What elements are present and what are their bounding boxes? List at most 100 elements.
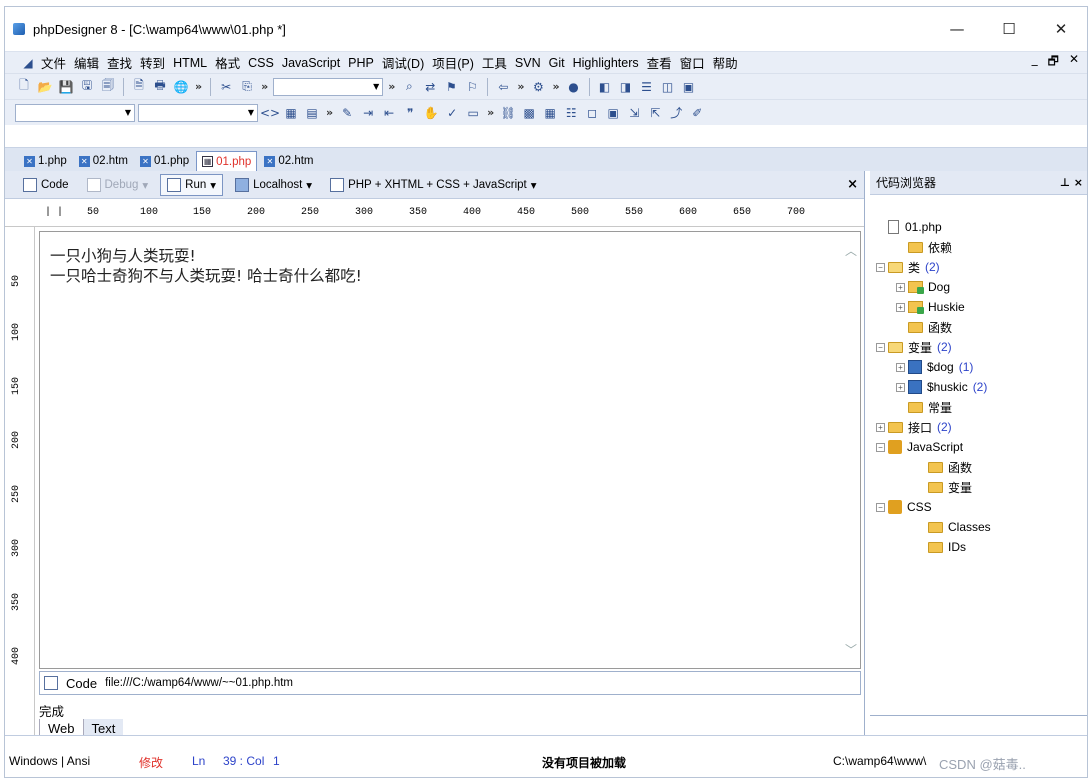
code-browser-scrollbar[interactable] <box>870 715 1087 737</box>
plugin-icon[interactable]: ⚙ <box>529 78 547 96</box>
form-icon[interactable]: ▭ <box>464 104 482 122</box>
tree-node[interactable]: + Dog <box>876 277 991 297</box>
tree-node[interactable]: 常量 <box>876 397 991 417</box>
tree-node[interactable]: 01.php <box>876 217 991 237</box>
split-vertical-icon[interactable]: ◫ <box>659 78 677 96</box>
hand-icon[interactable]: ✋ <box>422 104 440 122</box>
menu-goto[interactable]: 转到 <box>136 53 169 72</box>
save-all-icon[interactable]: 🗐 <box>99 78 117 96</box>
tree-node[interactable]: IDs <box>876 537 991 557</box>
spell-icon[interactable]: ✓ <box>443 104 461 122</box>
tab-01-php-active[interactable]: ▦ 01.php <box>196 151 258 171</box>
menu-highlighters[interactable]: Highlighters <box>569 56 643 70</box>
web-preview-content[interactable]: 一只小狗与人类玩耍! 一只哈士奇狗不与人类玩耍! 哈士奇什么都吃! ︿ ﹀ <box>39 231 861 669</box>
tab-01-php[interactable]: ✕ 01.php <box>135 151 194 171</box>
toolbar-overflow-icon[interactable]: » <box>261 80 268 93</box>
window-icon[interactable]: ▣ <box>680 78 698 96</box>
close-tab-icon[interactable]: ✕ <box>139 155 151 167</box>
preview-tab-icon[interactable]: ▦ <box>202 156 214 167</box>
pin-close-icon[interactable]: ⊥ × <box>1060 176 1083 189</box>
menu-edit[interactable]: 编辑 <box>70 53 103 72</box>
picture-icon[interactable]: ▩ <box>520 104 538 122</box>
preview-icon[interactable]: ▣ <box>604 104 622 122</box>
debug-button[interactable]: Debug ▾ <box>81 174 155 196</box>
menu-app-icon[interactable]: ◢ <box>19 54 37 72</box>
find-icon[interactable]: ⌕ <box>400 78 418 96</box>
collapse-icon[interactable]: − <box>876 442 885 452</box>
tab-02-htm-2[interactable]: ✕ 02.htm <box>259 151 318 171</box>
tree-node[interactable]: + $huskic (2) <box>876 377 991 397</box>
menu-debug[interactable]: 调试(D) <box>378 53 428 72</box>
menu-find[interactable]: 查找 <box>103 53 136 72</box>
menu-format[interactable]: 格式 <box>211 53 244 72</box>
menu-html[interactable]: HTML <box>169 56 211 70</box>
localhost-button[interactable]: Localhost ▾ <box>229 174 318 196</box>
publish-icon[interactable]: ⤴ <box>667 104 685 122</box>
back-arrow-icon[interactable]: ⇦ <box>494 78 512 96</box>
wizard-icon[interactable]: ✎ <box>338 104 356 122</box>
globe-icon[interactable]: 🌐 <box>172 78 190 96</box>
tree-node[interactable]: 函数 <box>876 317 991 337</box>
encoding-status[interactable]: Windows | Ansi <box>9 754 90 768</box>
tree-node[interactable]: + 接口 (2) <box>876 417 991 437</box>
mdi-close-button[interactable]: ✕ <box>1069 52 1079 73</box>
new-file-icon[interactable]: 🗋 <box>15 78 33 96</box>
toolbar-overflow-icon[interactable]: » <box>552 80 559 93</box>
browser-globe-icon[interactable]: ● <box>565 78 583 96</box>
menu-tools[interactable]: 工具 <box>478 53 511 72</box>
bookmark-next-icon[interactable]: ⚐ <box>463 78 481 96</box>
collapse-icon[interactable]: − <box>876 342 885 352</box>
tab-1-php[interactable]: ✕ 1.php <box>19 151 72 171</box>
scroll-up-icon[interactable]: ︿ <box>845 242 857 259</box>
close-tab-icon[interactable]: ✕ <box>78 155 90 167</box>
toolbar-overflow-icon[interactable]: » <box>517 80 524 93</box>
edit-doc-icon[interactable]: ✐ <box>688 104 706 122</box>
menu-svn[interactable]: SVN <box>511 56 545 70</box>
collapse-icon[interactable]: − <box>876 262 885 272</box>
menu-javascript[interactable]: JavaScript <box>278 56 344 70</box>
link-icon[interactable]: ⛓ <box>499 104 517 122</box>
save-icon[interactable]: 💾 <box>57 78 75 96</box>
export-icon[interactable]: ⇲ <box>625 104 643 122</box>
menu-git[interactable]: Git <box>545 56 569 70</box>
tree-node[interactable]: + $dog (1) <box>876 357 991 377</box>
tree-node[interactable]: − JavaScript <box>876 437 991 457</box>
panel-right-icon[interactable]: ◨ <box>617 78 635 96</box>
expand-icon[interactable]: + <box>896 382 905 392</box>
bookmark-icon[interactable]: ⚑ <box>442 78 460 96</box>
code-view-button[interactable]: Code <box>17 174 75 196</box>
open-folder-icon[interactable]: 📂 <box>36 78 54 96</box>
split-horizontal-icon[interactable]: ☰ <box>638 78 656 96</box>
tree-node[interactable]: − 类 (2) <box>876 257 991 277</box>
menu-view[interactable]: 查看 <box>643 53 676 72</box>
tag-icon[interactable]: <> <box>260 104 280 122</box>
menu-help[interactable]: 帮助 <box>709 53 742 72</box>
tree-node[interactable]: 依赖 <box>876 237 991 257</box>
tree-node[interactable]: + Huskie <box>876 297 991 317</box>
outdent-icon[interactable]: ⇤ <box>380 104 398 122</box>
vertical-scrollbar[interactable]: ︿ ﹀ <box>842 232 860 668</box>
size-combo[interactable]: ▼ <box>138 103 258 122</box>
tree-node[interactable]: 变量 <box>876 477 991 497</box>
expand-icon[interactable]: + <box>876 422 885 432</box>
tree-node[interactable]: Classes <box>876 517 991 537</box>
close-tab-icon[interactable]: ✕ <box>264 155 276 167</box>
toolbar-overflow-icon[interactable]: » <box>326 106 333 119</box>
close-editor-button[interactable]: × <box>847 177 858 192</box>
menu-php[interactable]: PHP <box>344 56 378 70</box>
highlighter-mode-button[interactable]: PHP + XHTML + CSS + JavaScript ▾ <box>324 174 542 196</box>
tree-node[interactable]: − CSS <box>876 497 991 517</box>
close-tab-icon[interactable]: ✕ <box>24 155 35 167</box>
comment-icon[interactable]: ❞ <box>401 104 419 122</box>
panel-icon[interactable]: ◧ <box>596 78 614 96</box>
tree-node[interactable]: − 变量 (2) <box>876 337 991 357</box>
minimize-button[interactable]: — <box>931 7 983 51</box>
import-icon[interactable]: ⇱ <box>646 104 664 122</box>
maximize-button[interactable]: ☐ <box>983 7 1035 51</box>
toolbar-combo[interactable]: ▼ <box>273 77 384 96</box>
copy-icon[interactable]: ⎘ <box>238 78 256 96</box>
expand-icon[interactable]: + <box>896 362 905 372</box>
tree-node[interactable]: 函数 <box>876 457 991 477</box>
tab-02-htm[interactable]: ✕ 02.htm <box>74 151 133 171</box>
run-button[interactable]: Run ▾ <box>160 173 224 196</box>
